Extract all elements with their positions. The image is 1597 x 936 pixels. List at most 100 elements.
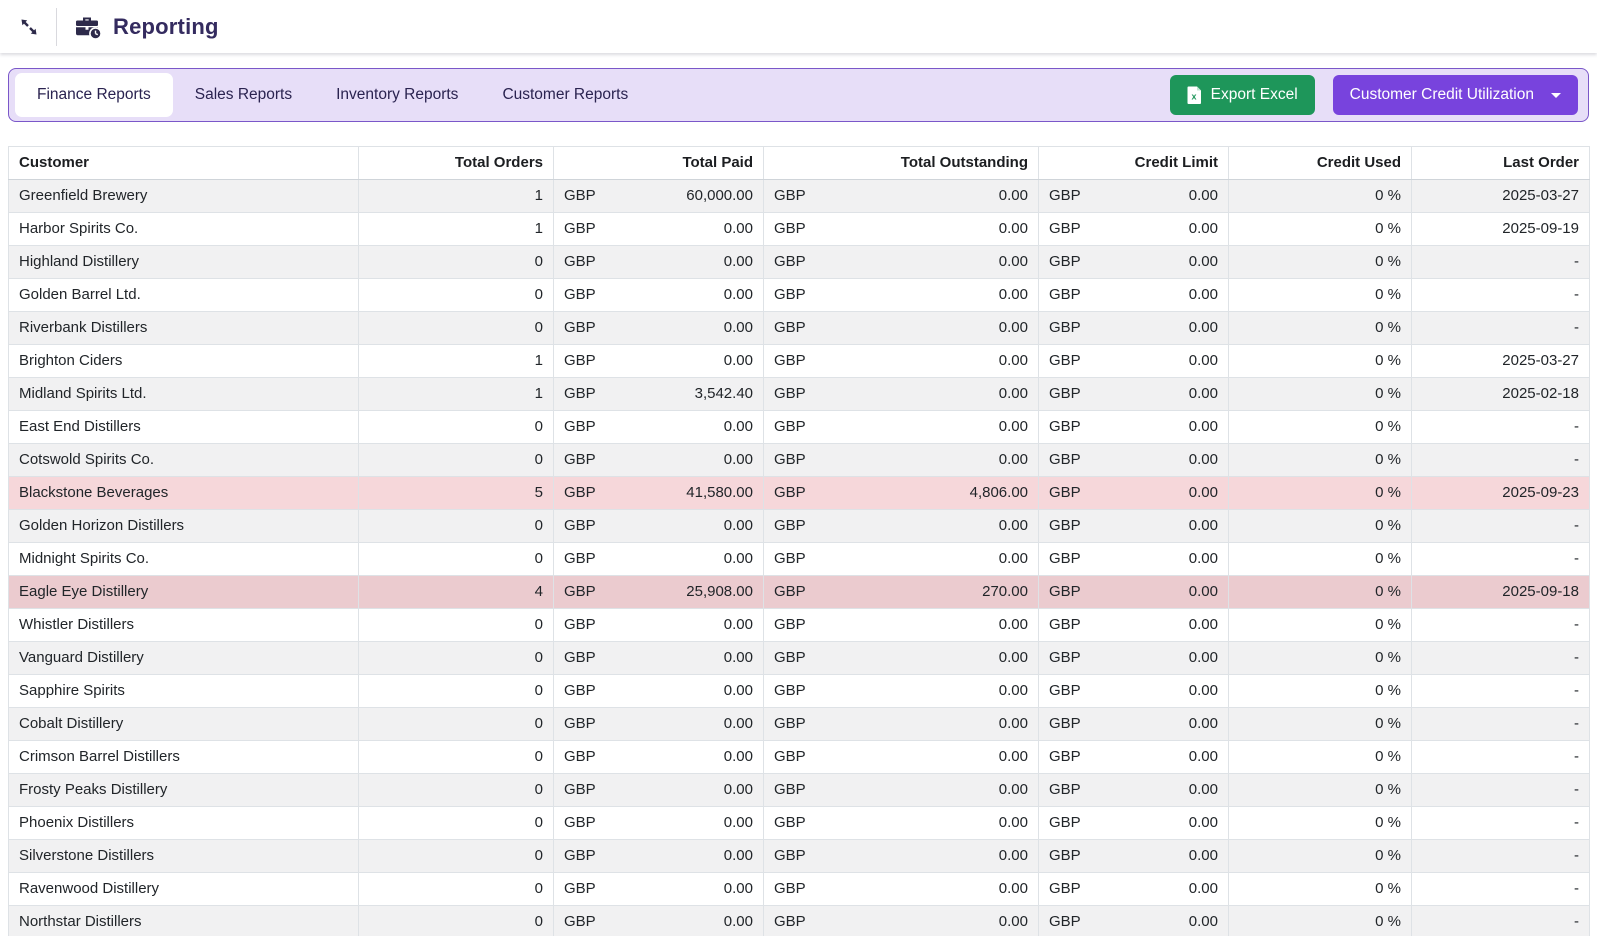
last-order-cell: - [1412, 873, 1590, 906]
total-paid-cell: GBP0.00 [554, 906, 764, 936]
credit-limit-cell: GBP0.00 [1039, 807, 1229, 840]
customer-cell: Harbor Spirits Co. [9, 213, 359, 246]
amount-value: 0.00 [724, 714, 753, 734]
tab-finance-reports[interactable]: Finance Reports [15, 73, 173, 117]
amount-value: 0.00 [724, 681, 753, 701]
table-row: Northstar Distillers0GBP0.00GBP0.00GBP0.… [9, 906, 1590, 936]
amount-value: 0.00 [999, 252, 1028, 272]
credit-used-cell: 0 % [1229, 444, 1412, 477]
credit-used-cell: 0 % [1229, 873, 1412, 906]
total-paid-cell: GBP41,580.00 [554, 477, 764, 510]
table-row: Midnight Spirits Co.0GBP0.00GBP0.00GBP0.… [9, 543, 1590, 576]
table-row: Harbor Spirits Co.1GBP0.00GBP0.00GBP0.00… [9, 213, 1590, 246]
tab-inventory-reports[interactable]: Inventory Reports [314, 73, 480, 117]
finance-report-section: CustomerTotal OrdersTotal PaidTotal Outs… [0, 122, 1597, 936]
total-outstanding-cell: GBP0.00 [764, 642, 1039, 675]
expand-arrows-icon[interactable] [14, 12, 44, 42]
amount-value: 0.00 [999, 186, 1028, 206]
total-orders-cell: 0 [359, 609, 554, 642]
credit-limit-cell: GBP0.00 [1039, 675, 1229, 708]
total-orders-cell: 0 [359, 543, 554, 576]
tab-customer-reports[interactable]: Customer Reports [480, 73, 650, 117]
column-header-credit-used: Credit Used [1229, 147, 1412, 180]
credit-used-cell: 0 % [1229, 345, 1412, 378]
amount-value: 0.00 [1189, 384, 1218, 404]
amount-value: 0.00 [724, 615, 753, 635]
table-row: Riverbank Distillers0GBP0.00GBP0.00GBP0.… [9, 312, 1590, 345]
total-orders-cell: 0 [359, 708, 554, 741]
credit-used-cell: 0 % [1229, 906, 1412, 936]
currency-code: GBP [564, 318, 596, 338]
customer-cell: Golden Horizon Distillers [9, 510, 359, 543]
total-paid-cell: GBP0.00 [554, 840, 764, 873]
credit-limit-cell: GBP0.00 [1039, 345, 1229, 378]
last-order-cell: - [1412, 444, 1590, 477]
currency-code: GBP [564, 912, 596, 932]
total-outstanding-cell: GBP0.00 [764, 180, 1039, 213]
currency-code: GBP [1049, 582, 1081, 602]
currency-code: GBP [564, 252, 596, 272]
customer-cell: Brighton Ciders [9, 345, 359, 378]
total-outstanding-cell: GBP0.00 [764, 378, 1039, 411]
credit-used-cell: 0 % [1229, 774, 1412, 807]
amount-value: 0.00 [999, 549, 1028, 569]
currency-code: GBP [774, 582, 806, 602]
credit-limit-cell: GBP0.00 [1039, 246, 1229, 279]
amount-value: 0.00 [999, 450, 1028, 470]
credit-limit-cell: GBP0.00 [1039, 576, 1229, 609]
credit-used-cell: 0 % [1229, 279, 1412, 312]
amount-value: 0.00 [999, 813, 1028, 833]
table-row: Brighton Ciders1GBP0.00GBP0.00GBP0.000 %… [9, 345, 1590, 378]
total-outstanding-cell: GBP0.00 [764, 774, 1039, 807]
page-title: Reporting [113, 14, 219, 40]
currency-code: GBP [1049, 549, 1081, 569]
credit-limit-cell: GBP0.00 [1039, 873, 1229, 906]
amount-value: 0.00 [1189, 615, 1218, 635]
amount-value: 0.00 [999, 912, 1028, 932]
currency-code: GBP [774, 912, 806, 932]
last-order-cell: - [1412, 807, 1590, 840]
amount-value: 0.00 [999, 417, 1028, 437]
amount-value: 0.00 [1189, 912, 1218, 932]
total-paid-cell: GBP 0.00 [554, 675, 764, 708]
amount-value: 0.00 [1189, 648, 1218, 668]
amount-value: 0.00 [724, 648, 753, 668]
customer-credit-utilization-dropdown[interactable]: Customer Credit Utilization [1333, 75, 1578, 115]
total-outstanding-cell: GBP270.00 [764, 576, 1039, 609]
currency-code: GBP [564, 582, 596, 602]
currency-code: GBP [1049, 351, 1081, 371]
table-row: Cobalt Distillery0GBP0.00GBP0.00GBP0.000… [9, 708, 1590, 741]
topbar-divider [56, 8, 57, 46]
table-row: East End Distillers0GBP0.00GBP0.00GBP0.0… [9, 411, 1590, 444]
amount-value: 0.00 [999, 747, 1028, 767]
toolbar-actions: x Export Excel Customer Credit Utilizati… [1170, 75, 1578, 115]
file-excel-icon: x [1187, 86, 1202, 104]
total-paid-cell: GBP60,000.00 [554, 180, 764, 213]
amount-value: 0.00 [724, 252, 753, 272]
currency-code: GBP [1049, 186, 1081, 206]
table-row: Greenfield Brewery1GBP60,000.00GBP0.00GB… [9, 180, 1590, 213]
currency-code: GBP [564, 219, 596, 239]
currency-code: GBP [564, 417, 596, 437]
amount-value: 0.00 [724, 516, 753, 536]
last-order-cell: - [1412, 675, 1590, 708]
currency-code: GBP [564, 516, 596, 536]
tab-sales-reports[interactable]: Sales Reports [173, 73, 314, 117]
total-orders-cell: 0 [359, 906, 554, 936]
currency-code: GBP [564, 681, 596, 701]
table-row: Sapphire Spirits0GBP0.00GBP0.00GBP0.000 … [9, 675, 1590, 708]
customer-credit-utilization-label: Customer Credit Utilization [1350, 86, 1534, 104]
export-excel-button[interactable]: x Export Excel [1170, 75, 1315, 115]
total-outstanding-cell: GBP0.00 [764, 246, 1039, 279]
total-outstanding-cell: GBP0.00 [764, 510, 1039, 543]
total-outstanding-cell: GBP0.00 [764, 213, 1039, 246]
total-paid-cell: GBP0.00 [554, 312, 764, 345]
customer-cell: Blackstone Beverages [9, 477, 359, 510]
total-orders-cell: 0 [359, 675, 554, 708]
last-order-cell: - [1412, 642, 1590, 675]
currency-code: GBP [1049, 648, 1081, 668]
amount-value: 41,580.00 [686, 483, 753, 503]
total-paid-cell: GBP0.00 [554, 873, 764, 906]
column-header-customer: Customer [9, 147, 359, 180]
amount-value: 0.00 [1189, 681, 1218, 701]
